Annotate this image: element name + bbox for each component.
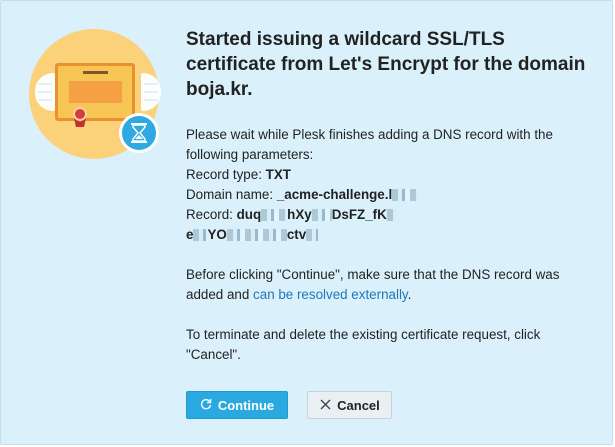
record-line-continued: e YO ctv: [186, 225, 596, 245]
redacted-block: [226, 229, 287, 242]
sentence-end: .: [407, 287, 412, 302]
record-label: Record:: [186, 207, 233, 222]
certificate-icon: [55, 63, 135, 121]
certificate-illustration: [29, 29, 165, 165]
dialog: Started issuing a wildcard SSL/TLS certi…: [0, 0, 613, 445]
close-icon: [320, 398, 331, 413]
resolve-externally-link[interactable]: can be resolved externally: [253, 287, 408, 302]
domain-name-label: Domain name:: [186, 187, 274, 202]
continue-button-label: Continue: [217, 397, 275, 413]
record-type-value: TXT: [265, 167, 291, 182]
record-value-part: DsFZ_fK: [331, 207, 387, 222]
cancel-button-label: Cancel: [337, 397, 380, 413]
hourglass-icon: [119, 113, 159, 153]
record-line: Record: duq hXy DsFZ_fK: [186, 205, 596, 225]
certificate-line: [83, 71, 108, 74]
redacted-block: [261, 209, 288, 222]
record-value-part: YO: [207, 227, 227, 242]
redacted-block: [311, 209, 332, 222]
intro-text: Please wait while Plesk finishes adding …: [186, 127, 553, 162]
dialog-body: Please wait while Plesk finishes adding …: [186, 125, 596, 365]
record-type-label: Record type:: [186, 167, 262, 182]
redacted-block: [386, 209, 397, 222]
record-type-line: Record type: TXT: [186, 165, 596, 185]
record-value-part: duq: [236, 207, 262, 222]
dialog-content: Started issuing a wildcard SSL/TLS certi…: [186, 27, 596, 365]
redacted-block: [193, 229, 208, 242]
continue-button[interactable]: Continue: [186, 391, 288, 419]
redacted-block: [392, 189, 419, 202]
dialog-buttons: Continue Cancel: [186, 391, 393, 419]
redacted-block: [306, 229, 319, 242]
dialog-title: Started issuing a wildcard SSL/TLS certi…: [186, 29, 586, 100]
refresh-icon: [200, 398, 212, 413]
terminate-text: To terminate and delete the existing cer…: [186, 327, 541, 362]
cancel-button[interactable]: Cancel: [307, 391, 393, 419]
record-value-part: hXy: [287, 207, 312, 222]
record-value-part: ctv: [286, 227, 307, 242]
before-continue-text: Before clicking "Continue", make sure th…: [186, 265, 596, 305]
domain-name-line: Domain name: _acme-challenge.l: [186, 185, 596, 205]
certificate-field: [69, 81, 122, 103]
record-value-part: e: [186, 227, 194, 242]
domain-name-value: _acme-challenge.l: [276, 187, 393, 202]
